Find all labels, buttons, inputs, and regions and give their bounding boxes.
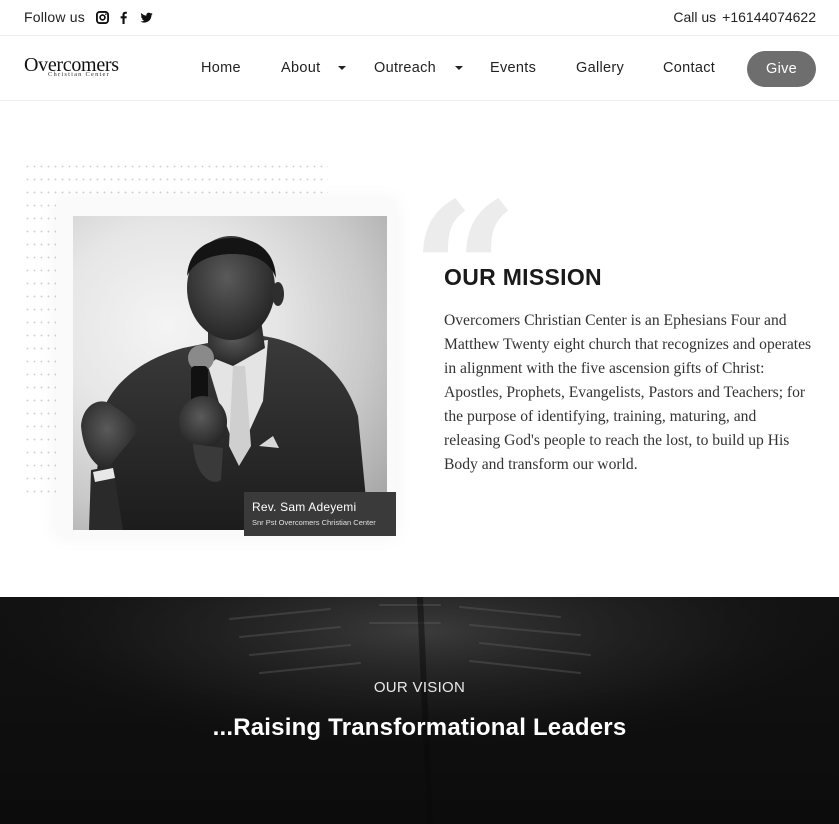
- about-chevron-down-icon[interactable]: [338, 66, 346, 70]
- nav-gallery[interactable]: Gallery: [576, 60, 624, 76]
- pastor-illustration: [81, 236, 369, 530]
- top-bar: Follow us Call us +16144074622: [0, 0, 839, 36]
- caption-name: Rev. Sam Adeyemi: [252, 500, 357, 514]
- pastor-photo: [73, 216, 387, 530]
- vision-section: OUR VISION ...Raising Transformational L…: [0, 597, 839, 824]
- mission-title: OUR MISSION: [444, 264, 602, 290]
- vision-label: OUR VISION: [373, 679, 466, 696]
- phone-link[interactable]: +16144074622: [722, 9, 816, 25]
- photo-caption: Rev. Sam Adeyemi Snr Pst Overcomers Chri…: [244, 492, 396, 536]
- logo-subtext: Christian Center: [48, 71, 110, 78]
- caption-role: Snr Pst Overcomers Christian Center: [252, 518, 376, 527]
- nav-events[interactable]: Events: [490, 60, 536, 76]
- bible-background-image: [0, 597, 839, 824]
- call-us-label: Call us: [673, 9, 717, 25]
- twitter-icon[interactable]: [139, 10, 153, 24]
- nav-home[interactable]: Home: [201, 60, 241, 76]
- follow-us-label: Follow us: [24, 9, 85, 25]
- mission-text: Overcomers Christian Center is an Ephesi…: [444, 312, 812, 473]
- nav-contact[interactable]: Contact: [663, 60, 715, 76]
- outreach-chevron-down-icon[interactable]: [455, 66, 463, 70]
- give-button[interactable]: Give: [747, 51, 816, 87]
- nav-outreach[interactable]: Outreach: [374, 60, 436, 76]
- main-navigation: Overcomers Christian Center Home About O…: [0, 37, 839, 101]
- nav-about[interactable]: About: [281, 60, 320, 76]
- instagram-icon[interactable]: [95, 10, 109, 24]
- call-us: Call us +16144074622: [673, 9, 816, 25]
- site-logo[interactable]: Overcomers Christian Center: [24, 54, 124, 84]
- vision-headline: ...Raising Transformational Leaders: [212, 714, 627, 741]
- facebook-icon[interactable]: [116, 10, 130, 24]
